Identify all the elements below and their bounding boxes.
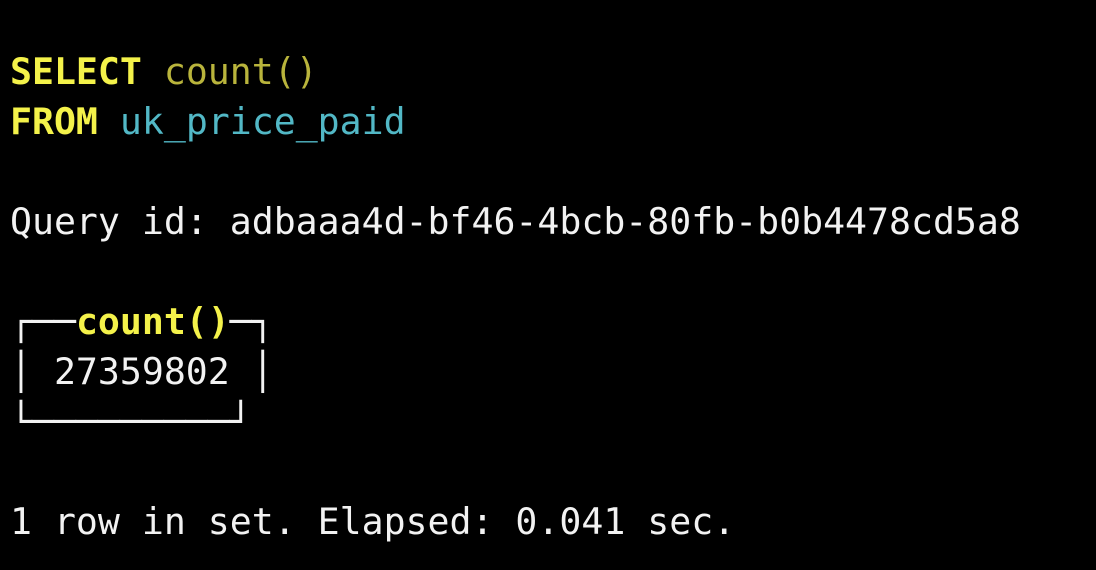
- result-table-bottom: └─────────┘: [10, 400, 252, 443]
- result-table-row: │ 27359802 │: [10, 347, 1096, 397]
- select-keyword: SELECT: [10, 50, 142, 93]
- terminal-output: SELECT count() FROM uk_price_paid Query …: [0, 0, 1096, 547]
- table-name: uk_price_paid: [119, 100, 406, 143]
- box-right: │: [229, 350, 274, 393]
- count-function: count(): [163, 50, 318, 93]
- query-id: Query id: adbaaa4d-bf46-4bcb-80fb-b0b447…: [10, 200, 1021, 243]
- box-left: │: [10, 350, 54, 393]
- box-top-left: ┌──: [10, 300, 76, 343]
- from-keyword: FROM: [10, 100, 98, 143]
- sql-select-line: SELECT count(): [10, 47, 1096, 97]
- result-value: 27359802: [53, 350, 230, 393]
- box-top-right: ─┐: [229, 300, 274, 343]
- result-table-header: ┌──count()─┐: [10, 297, 1096, 347]
- sql-from-line: FROM uk_price_paid: [10, 97, 1096, 147]
- status-line: 1 row in set. Elapsed: 0.041 sec.: [10, 500, 736, 543]
- column-header: count(): [75, 300, 230, 343]
